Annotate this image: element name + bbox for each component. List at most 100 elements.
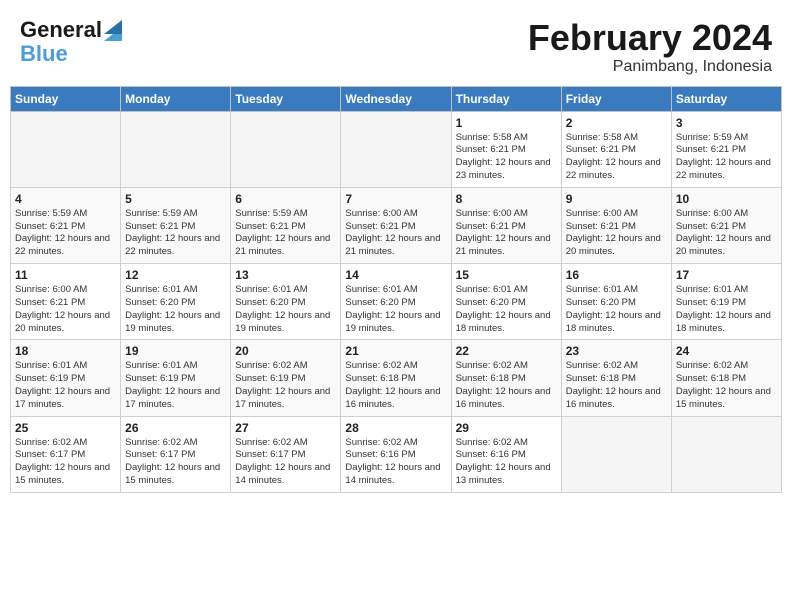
col-header-saturday: Saturday (671, 86, 781, 111)
calendar-cell (671, 416, 781, 492)
calendar-table: SundayMondayTuesdayWednesdayThursdayFrid… (10, 86, 782, 493)
day-number: 1 (456, 116, 557, 130)
calendar-cell (561, 416, 671, 492)
calendar-cell: 5 Sunrise: 5:59 AMSunset: 6:21 PMDayligh… (121, 187, 231, 263)
calendar-cell: 9 Sunrise: 6:00 AMSunset: 6:21 PMDayligh… (561, 187, 671, 263)
day-info: Sunrise: 6:02 AMSunset: 6:18 PMDaylight:… (566, 360, 661, 409)
day-info: Sunrise: 5:59 AMSunset: 6:21 PMDaylight:… (676, 132, 771, 181)
day-info: Sunrise: 6:01 AMSunset: 6:19 PMDaylight:… (15, 360, 110, 409)
day-number: 23 (566, 344, 667, 358)
calendar-cell: 17 Sunrise: 6:01 AMSunset: 6:19 PMDaylig… (671, 264, 781, 340)
calendar-week-5: 25 Sunrise: 6:02 AMSunset: 6:17 PMDaylig… (11, 416, 782, 492)
calendar-cell (231, 111, 341, 187)
col-header-wednesday: Wednesday (341, 86, 451, 111)
day-info: Sunrise: 6:02 AMSunset: 6:17 PMDaylight:… (235, 437, 330, 486)
calendar-cell: 6 Sunrise: 5:59 AMSunset: 6:21 PMDayligh… (231, 187, 341, 263)
day-info: Sunrise: 5:59 AMSunset: 6:21 PMDaylight:… (125, 208, 220, 257)
calendar-week-2: 4 Sunrise: 5:59 AMSunset: 6:21 PMDayligh… (11, 187, 782, 263)
day-number: 2 (566, 116, 667, 130)
calendar-cell: 19 Sunrise: 6:01 AMSunset: 6:19 PMDaylig… (121, 340, 231, 416)
logo-text: General (20, 18, 102, 42)
calendar-cell: 28 Sunrise: 6:02 AMSunset: 6:16 PMDaylig… (341, 416, 451, 492)
calendar-cell: 25 Sunrise: 6:02 AMSunset: 6:17 PMDaylig… (11, 416, 121, 492)
day-number: 15 (456, 268, 557, 282)
col-header-monday: Monday (121, 86, 231, 111)
day-number: 24 (676, 344, 777, 358)
day-info: Sunrise: 6:00 AMSunset: 6:21 PMDaylight:… (566, 208, 661, 257)
calendar-cell: 10 Sunrise: 6:00 AMSunset: 6:21 PMDaylig… (671, 187, 781, 263)
calendar-cell: 13 Sunrise: 6:01 AMSunset: 6:20 PMDaylig… (231, 264, 341, 340)
calendar-cell (121, 111, 231, 187)
day-number: 13 (235, 268, 336, 282)
day-number: 18 (15, 344, 116, 358)
day-info: Sunrise: 5:58 AMSunset: 6:21 PMDaylight:… (566, 132, 661, 181)
day-info: Sunrise: 6:02 AMSunset: 6:17 PMDaylight:… (15, 437, 110, 486)
day-info: Sunrise: 6:00 AMSunset: 6:21 PMDaylight:… (456, 208, 551, 257)
day-info: Sunrise: 6:00 AMSunset: 6:21 PMDaylight:… (676, 208, 771, 257)
day-info: Sunrise: 6:02 AMSunset: 6:16 PMDaylight:… (345, 437, 440, 486)
col-header-thursday: Thursday (451, 86, 561, 111)
logo: General Blue (20, 18, 122, 66)
day-number: 12 (125, 268, 226, 282)
calendar-cell: 2 Sunrise: 5:58 AMSunset: 6:21 PMDayligh… (561, 111, 671, 187)
day-info: Sunrise: 6:00 AMSunset: 6:21 PMDaylight:… (345, 208, 440, 257)
day-info: Sunrise: 5:59 AMSunset: 6:21 PMDaylight:… (15, 208, 110, 257)
day-number: 16 (566, 268, 667, 282)
day-number: 3 (676, 116, 777, 130)
day-info: Sunrise: 6:02 AMSunset: 6:18 PMDaylight:… (345, 360, 440, 409)
day-number: 22 (456, 344, 557, 358)
day-number: 14 (345, 268, 446, 282)
logo-icon (104, 19, 122, 41)
day-info: Sunrise: 5:58 AMSunset: 6:21 PMDaylight:… (456, 132, 551, 181)
day-info: Sunrise: 6:02 AMSunset: 6:18 PMDaylight:… (456, 360, 551, 409)
col-header-sunday: Sunday (11, 86, 121, 111)
calendar-cell: 27 Sunrise: 6:02 AMSunset: 6:17 PMDaylig… (231, 416, 341, 492)
calendar-week-4: 18 Sunrise: 6:01 AMSunset: 6:19 PMDaylig… (11, 340, 782, 416)
day-info: Sunrise: 6:01 AMSunset: 6:19 PMDaylight:… (125, 360, 220, 409)
calendar-cell (11, 111, 121, 187)
day-info: Sunrise: 5:59 AMSunset: 6:21 PMDaylight:… (235, 208, 330, 257)
calendar-cell: 20 Sunrise: 6:02 AMSunset: 6:19 PMDaylig… (231, 340, 341, 416)
day-number: 29 (456, 421, 557, 435)
day-number: 25 (15, 421, 116, 435)
day-number: 4 (15, 192, 116, 206)
col-header-tuesday: Tuesday (231, 86, 341, 111)
day-number: 10 (676, 192, 777, 206)
day-info: Sunrise: 6:01 AMSunset: 6:20 PMDaylight:… (345, 284, 440, 333)
title-block: February 2024 Panimbang, Indonesia (528, 18, 772, 76)
day-info: Sunrise: 6:02 AMSunset: 6:16 PMDaylight:… (456, 437, 551, 486)
day-info: Sunrise: 6:01 AMSunset: 6:20 PMDaylight:… (566, 284, 661, 333)
day-number: 6 (235, 192, 336, 206)
day-info: Sunrise: 6:01 AMSunset: 6:20 PMDaylight:… (235, 284, 330, 333)
calendar-cell: 18 Sunrise: 6:01 AMSunset: 6:19 PMDaylig… (11, 340, 121, 416)
day-number: 5 (125, 192, 226, 206)
calendar-cell: 8 Sunrise: 6:00 AMSunset: 6:21 PMDayligh… (451, 187, 561, 263)
day-info: Sunrise: 6:02 AMSunset: 6:19 PMDaylight:… (235, 360, 330, 409)
day-info: Sunrise: 6:02 AMSunset: 6:17 PMDaylight:… (125, 437, 220, 486)
calendar-cell: 15 Sunrise: 6:01 AMSunset: 6:20 PMDaylig… (451, 264, 561, 340)
calendar-cell (341, 111, 451, 187)
calendar-cell: 21 Sunrise: 6:02 AMSunset: 6:18 PMDaylig… (341, 340, 451, 416)
day-number: 27 (235, 421, 336, 435)
calendar-cell: 14 Sunrise: 6:01 AMSunset: 6:20 PMDaylig… (341, 264, 451, 340)
page-header: General Blue February 2024 Panimbang, In… (10, 10, 782, 80)
day-number: 8 (456, 192, 557, 206)
day-number: 17 (676, 268, 777, 282)
calendar-cell: 16 Sunrise: 6:01 AMSunset: 6:20 PMDaylig… (561, 264, 671, 340)
col-header-friday: Friday (561, 86, 671, 111)
calendar-header-row: SundayMondayTuesdayWednesdayThursdayFrid… (11, 86, 782, 111)
logo-blue-text: Blue (20, 42, 68, 66)
calendar-cell: 3 Sunrise: 5:59 AMSunset: 6:21 PMDayligh… (671, 111, 781, 187)
location: Panimbang, Indonesia (528, 58, 772, 76)
calendar-cell: 24 Sunrise: 6:02 AMSunset: 6:18 PMDaylig… (671, 340, 781, 416)
calendar-week-1: 1 Sunrise: 5:58 AMSunset: 6:21 PMDayligh… (11, 111, 782, 187)
calendar-cell: 7 Sunrise: 6:00 AMSunset: 6:21 PMDayligh… (341, 187, 451, 263)
day-info: Sunrise: 6:00 AMSunset: 6:21 PMDaylight:… (15, 284, 110, 333)
day-number: 19 (125, 344, 226, 358)
calendar-cell: 12 Sunrise: 6:01 AMSunset: 6:20 PMDaylig… (121, 264, 231, 340)
day-info: Sunrise: 6:01 AMSunset: 6:20 PMDaylight:… (456, 284, 551, 333)
calendar-cell: 29 Sunrise: 6:02 AMSunset: 6:16 PMDaylig… (451, 416, 561, 492)
day-number: 26 (125, 421, 226, 435)
day-number: 11 (15, 268, 116, 282)
day-number: 28 (345, 421, 446, 435)
